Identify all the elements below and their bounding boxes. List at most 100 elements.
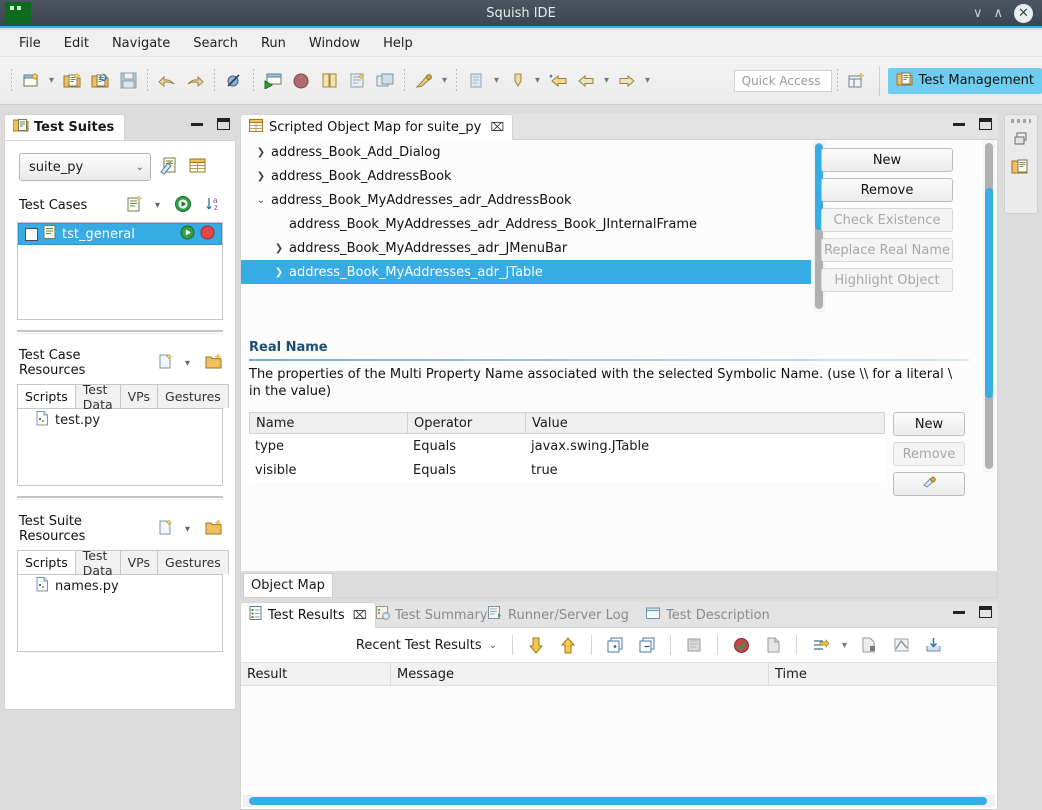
menu-edit[interactable]: Edit [55,33,98,54]
maximize-icon[interactable]: ∧ [993,7,1003,20]
run-test-suite-icon[interactable] [260,68,286,94]
tab-object-map[interactable]: Object Map [243,573,333,597]
editor-vertical-scrollbar[interactable] [983,140,995,472]
save-icon[interactable] [115,68,141,94]
object-map-icon[interactable] [372,68,398,94]
forward-icon[interactable] [614,68,640,94]
tab-test-description[interactable]: Test Description [638,602,778,628]
table-row[interactable]: visible Equals true [249,458,885,482]
debug-caret[interactable]: ▾ [438,68,451,94]
tab-vps[interactable]: VPs [120,384,159,408]
column-header-result[interactable]: Result [241,663,391,685]
undo-icon[interactable] [154,68,180,94]
quick-access-input[interactable]: Quick Access [733,69,832,92]
recent-test-results-filter[interactable]: Recent Test Results ⌄ [356,638,497,653]
replace-real-name-button[interactable]: Replace Real Name [821,238,953,262]
open-perspective-icon[interactable] [844,68,870,94]
record-test-case-icon[interactable] [288,68,314,94]
test-cases-list[interactable]: tst_general [17,222,223,320]
minimize-icon[interactable] [191,122,203,126]
run-caret[interactable]: ▾ [490,68,503,94]
tab-gestures[interactable]: Gestures [158,550,229,574]
list-item[interactable]: names.py [18,575,222,597]
tab-test-summary[interactable]: Test Summary [368,602,496,628]
menu-window[interactable]: Window [300,33,369,54]
test-case-resources-list[interactable]: test.py [17,408,223,486]
column-header-value[interactable]: Value [526,413,884,433]
delete-results-icon[interactable] [760,632,786,658]
column-header-name[interactable]: Name [250,413,408,433]
clear-results-icon[interactable] [681,632,707,658]
column-header-time[interactable]: Time [769,663,997,685]
export-xml-icon[interactable] [888,632,914,658]
tab-runner-server-log[interactable]: Runner/Server Log [480,602,637,628]
sort-caret[interactable]: ▾ [838,632,851,658]
suite-combo[interactable]: suite_py ⌄ [19,153,151,181]
chevron-right-icon[interactable]: ❯ [251,171,271,182]
tree-node[interactable]: ❯ address_Book_MyAddresses_adr_JMenuBar [241,236,811,260]
import-results-icon[interactable] [920,632,946,658]
properties-picker-button[interactable] [893,472,965,496]
external-caret[interactable]: ▾ [531,68,544,94]
scrollbar-thumb[interactable] [249,797,987,805]
tab-scripted-object-map[interactable]: Scripted Object Map for suite_py ⌧ [240,114,514,140]
remove-object-button[interactable]: Remove [821,178,953,202]
new-file-icon[interactable] [157,519,174,539]
list-item[interactable]: tst_general [18,223,222,245]
back-history-icon[interactable] [545,68,571,94]
table-row[interactable]: type Equals javax.swing.JTable [249,434,885,458]
new-property-button[interactable]: New [893,412,965,436]
back-icon[interactable] [573,68,599,94]
test-suite-resources-list[interactable]: names.py [17,574,223,652]
new-test-suite-icon[interactable] [18,68,44,94]
chevron-right-icon[interactable]: ❯ [269,243,289,254]
redo-icon[interactable] [182,68,208,94]
new-test-case-icon[interactable] [59,68,85,94]
tab-gestures[interactable]: Gestures [158,384,229,408]
tab-test-data[interactable]: Test Data [75,548,121,578]
column-header-operator[interactable]: Operator [408,413,526,433]
sort-results-icon[interactable] [807,632,833,658]
new-file-caret[interactable]: ▾ [185,358,190,369]
column-header-message[interactable]: Message [391,663,769,685]
test-case-checkbox[interactable] [25,227,38,241]
new-test-case-caret[interactable]: ▾ [155,200,160,211]
run-all-tests-icon[interactable] [174,195,192,216]
tab-scripts[interactable]: Scripts [17,550,76,574]
scrollbar-thumb[interactable] [985,188,993,398]
perspective-test-management[interactable]: Test Management [887,67,1042,94]
forward-caret[interactable]: ▾ [641,68,654,94]
close-icon[interactable]: ✕ [1014,3,1033,23]
previous-failure-icon[interactable] [555,632,581,658]
list-item[interactable]: test.py [18,409,222,431]
chevron-right-icon[interactable]: ❯ [269,267,289,278]
chevron-down-icon[interactable]: ⌄ [251,195,271,206]
highlight-object-button[interactable]: Highlight Object [821,268,953,292]
menu-run[interactable]: Run [252,33,295,54]
spy-icon[interactable] [344,68,370,94]
export-results-icon[interactable] [856,632,882,658]
menu-file[interactable]: File [10,33,50,54]
test-results-horizontal-scrollbar[interactable] [243,795,995,807]
collapse-all-icon[interactable] [634,632,660,658]
new-dropdown-caret[interactable]: ▾ [45,68,58,94]
new-object-button[interactable]: New [821,148,953,172]
debug-icon[interactable] [411,68,437,94]
tab-scripts[interactable]: Scripts [17,384,76,408]
suite-properties-icon[interactable] [188,157,207,178]
restore-icon[interactable] [1013,131,1029,150]
back-caret[interactable]: ▾ [600,68,613,94]
tree-node[interactable]: ❯ address_Book_AddressBook [241,164,811,188]
maximize-icon[interactable] [979,606,992,618]
tree-node[interactable]: ❯ address_Book_Add_Dialog [241,140,811,164]
maximize-icon[interactable] [217,118,230,130]
tab-test-suites[interactable]: Test Suites [4,114,126,140]
compare-icon[interactable] [316,68,342,94]
tab-test-data[interactable]: Test Data [75,382,121,412]
chevron-right-icon[interactable]: ❯ [251,147,271,158]
real-name-properties-table[interactable]: Name Operator Value type Equals javax.sw… [249,412,885,482]
tree-node-selected[interactable]: ❯ address_Book_MyAddresses_adr_JTable [241,260,811,284]
close-icon[interactable]: ⌧ [490,120,504,134]
new-folder-icon[interactable] [205,519,223,539]
tab-test-results[interactable]: Test Results ⌧ [240,602,376,628]
